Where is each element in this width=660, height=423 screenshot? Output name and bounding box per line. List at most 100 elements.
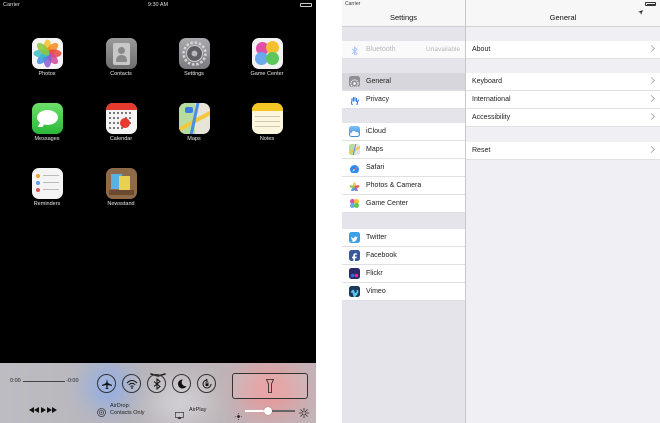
scrub-bar[interactable]: [23, 381, 65, 382]
app-messages[interactable]: Messages: [25, 103, 69, 142]
reminders-icon: [31, 168, 63, 199]
app-label: Maps: [187, 136, 201, 142]
airdrop-label: AirDrop:: [110, 403, 131, 409]
app-label: Reminders: [33, 201, 61, 207]
app-photos[interactable]: Photos: [25, 38, 69, 77]
general-row-reset[interactable]: Reset: [466, 142, 660, 160]
general-title: General: [549, 13, 577, 22]
brightness-knob[interactable]: [263, 406, 272, 415]
general-row-international[interactable]: International: [466, 91, 660, 109]
maps-icon: [178, 103, 210, 134]
general-row-label: Reset: [472, 147, 491, 154]
airdrop-icon: [97, 404, 106, 422]
app-label: Photos: [38, 71, 56, 77]
flashlight-icon: [266, 379, 274, 393]
bluetooth-icon: [153, 378, 161, 390]
grabber-chevron-icon[interactable]: [150, 364, 166, 377]
settings-row-icloud[interactable]: iCloud: [342, 123, 465, 141]
battery-icon: [300, 3, 312, 7]
app-label: Contacts: [110, 71, 132, 77]
settings-row-bluetooth: Bluetooth Unavailable: [342, 41, 465, 59]
app-game-center[interactable]: Game Center: [245, 38, 289, 77]
moon-icon: [177, 379, 187, 389]
brightness-high-icon: [299, 405, 309, 423]
wifi-toggle[interactable]: [122, 374, 141, 393]
control-center: 0:00 -0:00 AirDrop: Contacts Only AirPla…: [0, 363, 316, 423]
settings-app: Carrier Settings Bluetooth Unavailable G…: [342, 0, 660, 423]
general-row-keyboard[interactable]: Keyboard: [466, 73, 660, 91]
facebook-icon: [349, 250, 360, 261]
status-carrier: Carrier: [345, 1, 361, 7]
settings-row-twitter[interactable]: Twitter: [342, 229, 465, 247]
rotation-lock-toggle[interactable]: [197, 374, 216, 393]
settings-row-label: General: [366, 78, 391, 85]
app-calendar[interactable]: Calendar: [99, 103, 143, 142]
settings-row-safari[interactable]: Safari: [342, 159, 465, 177]
general-row-label: About: [472, 46, 491, 53]
brightness-slider[interactable]: [245, 406, 295, 415]
gear-icon: [178, 38, 210, 69]
app-maps[interactable]: Maps: [172, 103, 216, 142]
status-time: 9:30 AM: [147, 2, 169, 8]
hand-icon: [349, 94, 360, 105]
airdrop-button[interactable]: AirDrop: Contacts Only: [110, 403, 145, 417]
contacts-icon: [105, 38, 137, 69]
app-notes[interactable]: Notes: [245, 103, 289, 142]
app-contacts[interactable]: Contacts: [99, 38, 143, 77]
settings-title: Settings: [389, 13, 418, 22]
newsstand-icon: [105, 168, 137, 199]
settings-row-facebook[interactable]: Facebook: [342, 247, 465, 265]
bluetooth-toggle[interactable]: [147, 374, 166, 393]
app-newsstand[interactable]: Newsstand: [99, 168, 143, 207]
game-center-icon: [251, 38, 283, 69]
gear-icon: [349, 76, 360, 87]
maps-icon: [349, 144, 360, 155]
general-row-accessibility[interactable]: Accessibility: [466, 109, 660, 127]
settings-row-label: Game Center: [366, 200, 409, 207]
calendar-icon: [105, 103, 137, 134]
settings-row-maps[interactable]: Maps: [342, 141, 465, 159]
settings-row-label: Twitter: [366, 234, 387, 241]
do-not-disturb-toggle[interactable]: [172, 374, 191, 393]
settings-row-label: iCloud: [366, 128, 386, 135]
settings-row-vimeo[interactable]: Vimeo: [342, 283, 465, 301]
bluetooth-icon: [349, 44, 360, 55]
airplane-mode-toggle[interactable]: [97, 374, 116, 393]
app-label: Messages: [34, 136, 60, 142]
settings-row-flickr[interactable]: Flickr: [342, 265, 465, 283]
app-reminders[interactable]: Reminders: [25, 168, 69, 207]
photos-icon: [31, 38, 63, 69]
home-screen: Carrier 9:30 AM Photos Contacts Settings…: [0, 0, 316, 423]
settings-row-general[interactable]: General: [342, 73, 465, 91]
airplay-icon: [175, 406, 184, 423]
notes-icon: [251, 103, 283, 134]
general-nav-bar: General: [466, 0, 660, 27]
messages-icon: [31, 103, 63, 134]
wifi-icon: [126, 380, 138, 389]
settings-row-privacy[interactable]: Privacy: [342, 91, 465, 109]
settings-row-game-center[interactable]: Game Center: [342, 195, 465, 213]
settings-row-label: Photos & Camera: [366, 182, 422, 189]
battery-icon: [645, 2, 656, 6]
general-row-label: Keyboard: [472, 78, 502, 85]
settings-row-photos-camera[interactable]: Photos & Camera: [342, 177, 465, 195]
settings-row-label: Privacy: [366, 96, 389, 103]
fast-forward-icon[interactable]: [47, 400, 57, 418]
app-settings[interactable]: Settings: [172, 38, 216, 77]
app-label: Calendar: [109, 136, 133, 142]
play-icon[interactable]: [41, 400, 46, 418]
photos-icon: [349, 180, 360, 191]
app-label: Game Center: [250, 71, 284, 77]
general-row-label: International: [472, 96, 511, 103]
brightness-low-icon: [235, 407, 242, 423]
bluetooth-status: Unavailable: [426, 46, 460, 53]
general-row-about[interactable]: About: [466, 41, 660, 59]
rewind-icon[interactable]: [29, 400, 39, 418]
flashlight-button[interactable]: [232, 373, 308, 399]
elapsed-time: 0:00: [10, 378, 21, 384]
airplay-button[interactable]: AirPlay: [189, 407, 206, 414]
settings-row-label: Flickr: [366, 270, 383, 277]
chevron-right-icon: [647, 44, 656, 53]
game-center-icon: [349, 198, 360, 209]
chevron-right-icon: [647, 94, 656, 103]
